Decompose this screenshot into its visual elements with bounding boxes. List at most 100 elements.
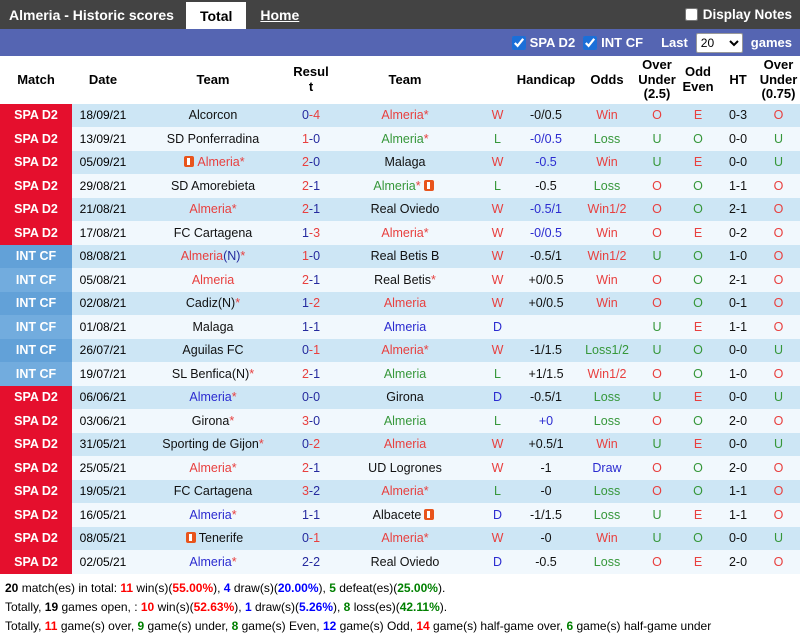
league-cell: SPA D2 [0,432,72,457]
date-cell: 08/05/21 [79,531,127,546]
team-name: Almeria [383,413,427,428]
league-cell: INT CF [0,268,72,292]
home-team-cell: SD Ponferradina [134,127,292,151]
date-cell: 19/07/21 [79,366,127,381]
league-cell: SPA D2 [0,127,72,151]
summary-segment: 42.11% [399,599,440,614]
result-score-cell: 0-1 [292,339,330,363]
summary-segment: game(s) under, [144,618,232,633]
odd-even-cell: E [693,225,703,240]
team-name: Almeria [383,296,427,311]
col-header-odds: Odds [577,56,637,104]
handicap-cell: -0 [540,484,552,499]
odd-even-cell: O [693,131,703,146]
date-cell: 05/08/21 [79,272,127,287]
result-score-cell: 2-1 [292,456,330,480]
over-under-25-cell: U [652,249,662,264]
home-score: 2 [301,272,309,287]
team-name: Almeria [381,531,424,546]
handicap-cell: +0/0.5 [528,296,564,311]
date-cell: 05/09/21 [79,155,127,170]
spa-d2-checkbox[interactable] [511,35,526,50]
odds-cell: Win1/2 [587,249,627,264]
tab-total[interactable]: Total [185,2,247,29]
home-team-cell: Tenerife [134,527,292,551]
over-under-25-cell: O [652,296,662,311]
league-cell: INT CF [0,338,72,363]
ht-cell: 0-1 [728,296,748,311]
handicap-cell: -1/1.5 [530,507,562,522]
away-score: -0 [308,390,321,405]
match-row: SPA D2 03/06/21 Girona* 3-0 Almeria L +0… [0,409,800,433]
summary-segment: 5 [329,580,336,595]
col-header-date: Date [72,56,134,104]
handicap-cell: -0.5 [535,178,557,193]
odds-cell: Win [596,296,618,311]
home-score: 0 [301,531,309,546]
odd-even-cell: E [693,108,703,123]
tab-home[interactable]: Home [246,0,313,29]
result-score-cell: 2-1 [292,198,330,222]
col-header-result: Result [292,56,330,104]
ht-cell: 1-1 [728,484,748,499]
result-letter-cell: W [491,460,504,475]
handicap-cell: -0.5/1 [530,390,562,405]
league-label: SPA D2 [14,202,58,217]
result-letter-cell: L [494,366,501,381]
star-marker: * [415,178,421,193]
odd-even-cell: E [693,319,703,334]
result-letter-cell: W [491,343,504,358]
result-score-cell: 0-0 [292,386,330,410]
summary-segment: ), [213,580,224,595]
away-team-cell: Almeria* [330,527,480,551]
league-cell: SPA D2 [0,550,72,574]
summary-segment: 14 [416,618,430,633]
games-label: games [750,35,792,50]
int-cf-label: INT CF [601,35,644,50]
over-under-075-cell: U [773,390,784,405]
odds-cell: Win1/2 [587,202,627,217]
summary-segment: game(s) half-game under [573,618,712,633]
display-notes-label: Display Notes [702,7,792,22]
odds-cell: Win [596,437,618,452]
over-under-075-cell: O [773,108,784,123]
display-notes-checkbox[interactable] [684,8,698,21]
over-under-075-cell: O [773,272,784,287]
home-team-cell: Aguilas FC [134,339,292,363]
result-score-cell: 1-1 [292,315,330,339]
league-cell: SPA D2 [0,526,72,551]
home-team-cell: Alcorcon [134,104,292,128]
team-name: Real Oviedo [370,202,440,217]
home-score: 2 [301,155,309,170]
filter-spa-d2: SPA D2 [511,35,575,50]
match-row: SPA D2 13/09/21 SD Ponferradina 1-0 Alme… [0,127,800,151]
away-score: -0 [308,249,321,264]
summary-line: Totally, 19 games open, : 10 win(s)(52.6… [5,598,795,617]
ht-cell: 2-1 [728,202,748,217]
home-score: 2 [301,202,309,217]
over-under-25-cell: U [652,507,662,522]
handicap-cell: -0.5/1 [530,202,562,217]
summary-line: 20 match(es) in total: 11 win(s)(55.00%)… [5,579,795,598]
ht-cell: 1-1 [728,507,748,522]
away-team-cell: Real Oviedo [330,198,480,222]
handicap-cell: -0/0.5 [530,131,562,146]
home-score: 3 [301,413,309,428]
col-header-home-team: Team [134,56,292,104]
over-under-25-cell: O [652,366,662,381]
over-under-075-cell: O [773,366,784,381]
away-score: -2 [308,437,321,452]
date-cell: 16/05/21 [79,507,127,522]
col-header-match: Match [0,56,72,104]
int-cf-checkbox[interactable] [583,35,598,50]
summary-segment: 19 [44,599,59,614]
summary-segment: Totally, [5,618,45,633]
over-under-075-cell: O [773,225,784,240]
over-under-075-cell: O [773,413,784,428]
ht-cell: 0-0 [728,155,748,170]
games-count-select[interactable]: 20 [695,32,743,53]
match-row: SPA D2 16/05/21 Almeria* 1-1 Albacete D … [0,503,800,527]
summary-segment: 25.00% [397,580,438,595]
home-score: 1 [301,507,309,522]
away-score: -2 [308,484,321,499]
